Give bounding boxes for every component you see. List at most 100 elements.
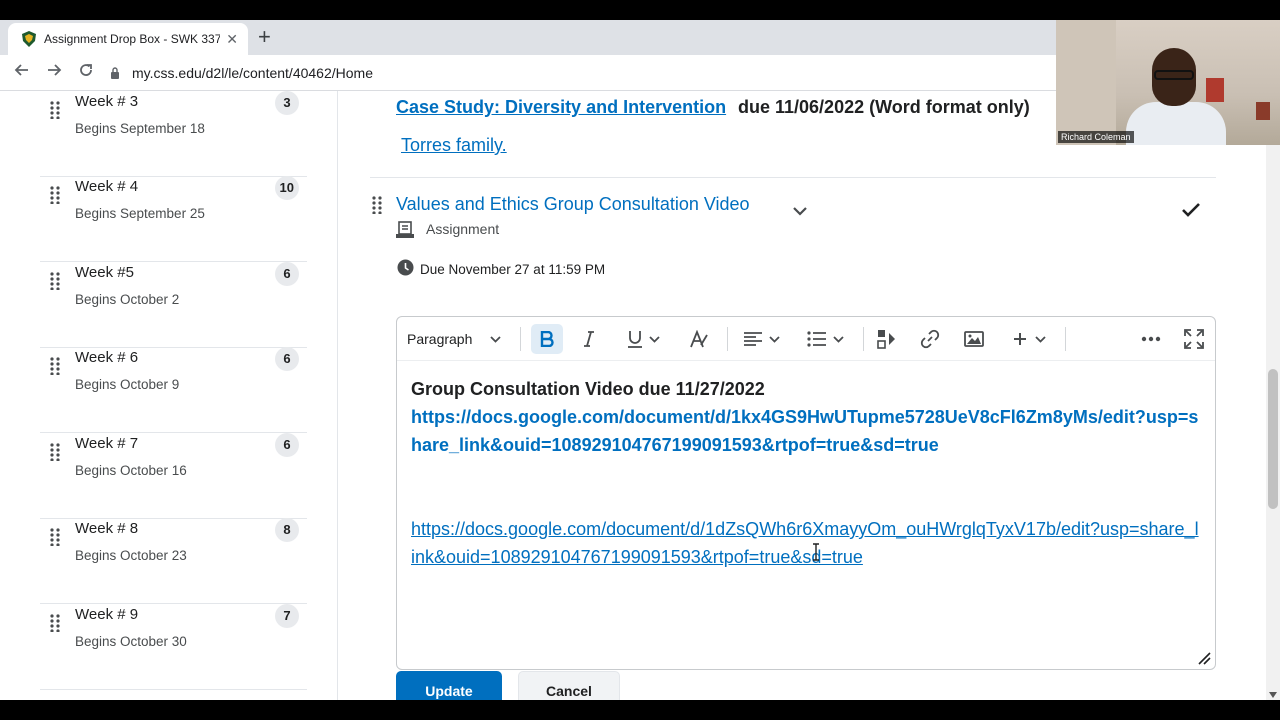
toolbar-divider [863,327,864,351]
bold-button[interactable] [531,324,563,354]
content-main: Case Study: Diversity and Intervention d… [339,91,1280,700]
page-scrollbar[interactable] [1266,91,1280,700]
sidebar-week-item[interactable]: Week # 7 Begins October 16 6 [40,433,307,519]
lock-icon [111,66,119,79]
new-tab-button[interactable]: + [258,26,271,48]
underline-dropdown[interactable] [627,324,660,354]
plus-icon [1014,333,1026,345]
insert-stuff-button[interactable] [877,324,897,354]
back-arrow-icon[interactable] [6,62,38,83]
week-title: Week # 3 [75,93,139,110]
text-cursor-icon [813,543,819,561]
cancel-button[interactable]: Cancel [518,671,620,700]
drag-handle-icon[interactable] [50,614,60,632]
insert-more-dropdown[interactable] [1013,324,1046,354]
format-label: Paragraph [407,331,473,347]
address-bar[interactable]: my.css.edu/d2l/le/content/40462/Home [110,65,373,81]
chevron-down-icon [833,335,844,343]
drag-handle-icon[interactable] [50,186,60,204]
editor-toolbar: Paragraph [397,317,1215,361]
scroll-down-arrow-icon[interactable] [1269,692,1277,698]
shield-favicon-icon [22,31,36,47]
week-title: Week #5 [75,264,134,281]
wall-picture [1256,102,1270,120]
divider [370,177,1216,178]
chevron-down-icon [769,335,780,343]
bold-icon [540,331,554,347]
insert-image-button[interactable] [964,324,984,354]
chevron-down-icon[interactable] [793,207,807,216]
insert-media-icon [877,330,895,349]
week-subtitle: Begins October 16 [75,463,187,478]
fullscreen-button[interactable] [1184,324,1204,354]
presenter-body [1126,102,1226,145]
sidebar-week-item[interactable]: Week #5 Begins October 2 6 [40,262,307,348]
strikethrough-button[interactable] [689,324,709,354]
tab-title: Assignment Drop Box - SWK 337 [44,32,221,46]
reload-icon[interactable] [70,62,102,83]
forward-arrow-icon[interactable] [38,62,70,83]
week-subtitle: Begins October 30 [75,634,187,649]
browser-tab[interactable]: Assignment Drop Box - SWK 337 ✕ [8,23,248,55]
page-content: Week # 3 Begins September 18 3 Week # 4 … [0,91,1280,700]
case-study-due-text: due 11/06/2022 (Word format only) [738,97,1030,117]
scrollbar-thumb[interactable] [1268,369,1278,509]
chevron-down-icon [1035,335,1046,343]
sidebar-week-item[interactable]: Week # 4 Begins September 25 10 [40,176,307,262]
drag-handle-icon[interactable] [50,101,60,119]
ellipsis-icon [1141,336,1161,342]
week-title: Week # 4 [75,178,139,195]
link-icon [920,329,940,349]
week-subtitle: Begins September 18 [75,121,205,136]
week-title: Week # 9 [75,606,139,623]
drag-handle-icon[interactable] [50,357,60,375]
assignment-title-link[interactable]: Values and Ethics Group Consultation Vid… [396,194,750,215]
alignment-dropdown[interactable] [743,324,780,354]
tab-close-icon[interactable]: ✕ [226,31,238,48]
update-button[interactable]: Update [396,671,502,700]
checkmark-icon[interactable] [1182,203,1200,217]
webcam-background [1056,20,1116,145]
drag-handle-icon[interactable] [372,196,382,214]
editor-content[interactable]: Group Consultation Video due 11/27/2022 … [411,375,1201,571]
sidebar-week-item[interactable]: Week # 6 Begins October 9 6 [40,347,307,433]
torres-family-link[interactable]: Torres family. [401,135,507,156]
sidebar-week-item[interactable]: Week # 8 Begins October 23 8 [40,518,307,604]
week-subtitle: Begins October 23 [75,548,187,563]
toolbar-divider [727,327,728,351]
week-title: Week # 7 [75,435,139,452]
assignment-icon [396,221,414,238]
sidebar-week-item[interactable]: Week # 3 Begins September 18 3 [40,91,307,177]
sidebar-week-item[interactable]: Week # 9 Begins October 30 7 [40,604,307,690]
count-badge: 6 [275,433,299,457]
presenter-glasses [1154,70,1194,80]
drag-handle-icon[interactable] [50,272,60,290]
italic-icon [584,331,594,347]
count-badge: 6 [275,262,299,286]
case-study-link[interactable]: Case Study: Diversity and Intervention [396,97,726,118]
italic-button[interactable] [583,324,595,354]
list-dropdown[interactable] [807,324,844,354]
drag-handle-icon[interactable] [50,443,60,461]
paragraph-format-dropdown[interactable]: Paragraph [407,324,502,354]
fullscreen-icon [1184,329,1204,349]
clock-icon [397,259,414,276]
browser-window: Assignment Drop Box - SWK 337 ✕ + my.css… [0,20,1280,700]
wall-picture [1206,78,1224,102]
item-type-label: Assignment [426,221,500,237]
text-style-icon [690,330,708,348]
toolbar-divider [1065,327,1066,351]
more-actions-button[interactable] [1141,324,1161,354]
editor-heading: Group Consultation Video due 11/27/2022 [411,379,765,399]
drag-handle-icon[interactable] [50,528,60,546]
google-doc-link-2[interactable]: https://docs.google.com/document/d/1dZsQ… [411,515,1201,571]
toolbar-divider [520,327,521,351]
insert-link-button[interactable] [920,324,940,354]
url-text: my.css.edu/d2l/le/content/40462/Home [132,64,373,81]
google-doc-link-1[interactable]: https://docs.google.com/document/d/1kx4G… [411,403,1201,459]
count-badge: 3 [275,91,299,115]
image-icon [964,331,984,347]
rich-text-editor[interactable]: Paragraph Group Consultation Video due 1… [396,316,1216,670]
resize-handle-icon[interactable] [1197,651,1211,665]
week-subtitle: Begins October 9 [75,377,180,392]
